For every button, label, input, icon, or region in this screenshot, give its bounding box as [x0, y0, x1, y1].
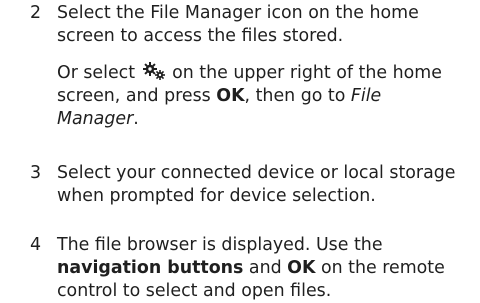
text-middle: , then go to: [244, 86, 351, 106]
step-text: Select the File Manager icon on the home…: [57, 2, 467, 48]
navigation-buttons-bold-text: navigation buttons: [57, 258, 244, 278]
step-text: Select your connected device or local st…: [57, 162, 467, 208]
step-body: The file browser is displayed. Use the n…: [57, 234, 467, 303]
text-start: The file browser is displayed. Use the: [57, 235, 383, 255]
text-end: .: [133, 109, 139, 129]
step-text-span: Select your connected device or local st…: [57, 163, 456, 206]
settings-gear-icon: [141, 61, 167, 81]
ok-bold-text: OK: [216, 86, 245, 106]
manual-page: 2 Select the File Manager icon on the ho…: [0, 0, 480, 303]
step-text-span: Select the File Manager icon on the home…: [57, 3, 419, 46]
step-number: 2: [30, 3, 42, 23]
text-middle: and: [243, 258, 288, 278]
step-body: Select the File Manager icon on the home…: [57, 2, 467, 131]
step-number: 4: [30, 235, 42, 255]
step-number: 3: [30, 163, 42, 183]
step-text: The file browser is displayed. Use the n…: [57, 234, 467, 303]
step-alternate-text: Or select on the upper right of the home…: [57, 61, 467, 131]
ok-bold-text: OK: [287, 258, 316, 278]
text-before-icon: Or select: [57, 63, 141, 83]
step-body: Select your connected device or local st…: [57, 162, 467, 208]
